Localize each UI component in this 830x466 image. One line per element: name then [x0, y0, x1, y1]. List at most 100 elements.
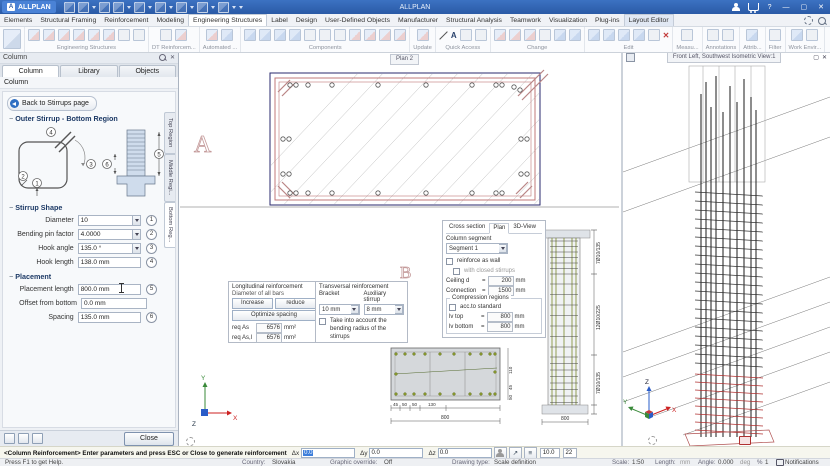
ribbon-tool-icon[interactable]: [244, 29, 256, 41]
open-dropdown-icon[interactable]: [92, 6, 96, 9]
minimize-button[interactable]: —: [781, 4, 792, 11]
copy-icon[interactable]: [176, 2, 187, 13]
attributes-icon[interactable]: [746, 29, 758, 41]
annotation-icon[interactable]: [722, 29, 734, 41]
increase-button[interactable]: Increase: [232, 298, 273, 309]
snap-distance-select[interactable]: 10.0: [540, 448, 560, 458]
tab-elements[interactable]: Elements: [0, 15, 36, 26]
tab-design[interactable]: Design: [292, 15, 321, 26]
diameter-input[interactable]: 10: [78, 215, 134, 226]
view-menu-icon[interactable]: [626, 53, 635, 62]
diameter-dropdown[interactable]: [133, 215, 141, 226]
print-icon[interactable]: [113, 2, 124, 13]
bending-pin-input[interactable]: 4.0000: [78, 229, 134, 240]
ribbon-tool-icon[interactable]: [73, 29, 85, 41]
closed-stirrups-checkbox[interactable]: [453, 268, 460, 275]
ribbon-tool-icon[interactable]: [133, 29, 145, 41]
ribbon-tool-icon[interactable]: [554, 29, 566, 41]
gear-icon[interactable]: [804, 16, 813, 25]
open-icon[interactable]: [78, 2, 89, 13]
tab-cross-section[interactable]: Cross section: [446, 223, 488, 232]
tab-3d-view[interactable]: 3D-View: [510, 223, 539, 232]
req-as-value[interactable]: 6576: [256, 323, 282, 333]
tab-engineering-structures[interactable]: Engineering Structures: [188, 14, 267, 26]
ribbon-tool-icon[interactable]: [206, 29, 218, 41]
optimize-spacing-button[interactable]: Optimize spacing: [232, 310, 316, 321]
task-board-icon[interactable]: [3, 29, 21, 49]
ribbon-tool-icon[interactable]: [379, 29, 391, 41]
ribbon-tool-icon[interactable]: [524, 29, 536, 41]
palette-tab-library[interactable]: Library: [60, 65, 117, 77]
hook-angle-input[interactable]: 135.0 °: [78, 243, 134, 254]
dx-input[interactable]: 0.0: [301, 448, 355, 458]
tools-icon[interactable]: [218, 2, 229, 13]
offset-bottom-input[interactable]: 0.0 mm: [81, 298, 147, 309]
tab-layout-editor[interactable]: Layout Editor: [624, 14, 674, 26]
plan-viewport[interactable]: Plan 2: [178, 52, 623, 446]
ribbon-tool-icon[interactable]: [394, 29, 406, 41]
ribbon-tool-icon[interactable]: [417, 29, 429, 41]
view-close-icon[interactable]: ✕: [822, 54, 827, 61]
new-icon[interactable]: [64, 2, 75, 13]
isometric-view-title[interactable]: Front Left, Southwest Isometric View:1: [667, 52, 782, 63]
req-asl-value[interactable]: 6576: [256, 333, 282, 343]
tab-plug-ins[interactable]: Plug-ins: [591, 15, 624, 26]
ribbon-tool-icon[interactable]: [259, 29, 271, 41]
ribbon-tool-icon[interactable]: [103, 29, 115, 41]
bending-pin-dropdown[interactable]: [133, 229, 141, 240]
ceiling-d-input[interactable]: 200: [488, 276, 514, 286]
ribbon-tool-icon[interactable]: [58, 29, 70, 41]
ribbon-tool-icon[interactable]: [289, 29, 301, 41]
angle-unit[interactable]: deg: [740, 459, 750, 466]
tab-plan[interactable]: Plan: [489, 223, 509, 234]
hook-length-input[interactable]: 138.0 mm: [78, 257, 141, 268]
abc-label-icon[interactable]: [707, 29, 719, 41]
reduce-button[interactable]: reduce: [275, 298, 316, 309]
undo-icon[interactable]: [134, 2, 145, 13]
ribbon-tool-icon[interactable]: [509, 29, 521, 41]
lv-bottom-input[interactable]: 800: [487, 322, 513, 332]
tab-modeling[interactable]: Modeling: [152, 15, 188, 26]
country-value[interactable]: Slovakia: [272, 459, 295, 466]
acc-standard-checkbox[interactable]: [449, 304, 456, 311]
copy-dropdown-icon[interactable]: [190, 6, 194, 9]
ribbon-tool-icon[interactable]: [334, 29, 346, 41]
isometric-viewport[interactable]: Front Left, Southwest Isometric View:1 ▢…: [623, 52, 830, 446]
view-maximize-icon[interactable]: ▢: [813, 54, 819, 61]
tab-user-defined-objects[interactable]: User-Defined Objects: [321, 15, 394, 26]
column-segment-select[interactable]: Segment 1: [446, 243, 508, 254]
help-button[interactable]: ?: [766, 4, 774, 11]
plan-view-tab[interactable]: Plan 2: [390, 54, 419, 65]
grid-angle-select[interactable]: 22: [563, 448, 578, 458]
redo-icon[interactable]: [155, 2, 166, 13]
ribbon-tool-icon[interactable]: [160, 29, 172, 41]
hook-angle-dropdown[interactable]: [133, 243, 141, 254]
work-environment-icon[interactable]: [791, 29, 803, 41]
paste-dropdown-icon[interactable]: [211, 6, 215, 9]
shop-icon[interactable]: [748, 3, 759, 11]
ribbon-tool-icon[interactable]: [475, 29, 487, 41]
ribbon-tool-icon[interactable]: [88, 29, 100, 41]
favorite-load-icon[interactable]: [18, 433, 29, 444]
drawing-type-value[interactable]: Scale definition: [494, 459, 536, 466]
region-tab-bottom[interactable]: Bottom Reg...: [164, 202, 175, 248]
ribbon-tool-icon[interactable]: [274, 29, 286, 41]
search-icon[interactable]: [818, 17, 826, 25]
length-unit[interactable]: mm: [680, 459, 690, 466]
graphic-override-value[interactable]: Off: [384, 459, 392, 466]
tab-structural-analysis[interactable]: Structural Analysis: [442, 15, 506, 26]
ribbon-tool-icon[interactable]: [118, 29, 130, 41]
allplan-menu-button[interactable]: A ALLPLAN: [2, 1, 56, 13]
measure-icon[interactable]: [681, 29, 693, 41]
tab-reinforcement[interactable]: Reinforcement: [100, 15, 152, 26]
section-outer-stirrup[interactable]: −Outer Stirrup - Bottom Region: [9, 114, 169, 123]
redo-dropdown-icon[interactable]: [169, 6, 173, 9]
tab-teamwork[interactable]: Teamwork: [506, 15, 545, 26]
notifications-icon[interactable]: [776, 459, 784, 466]
palette-close-icon[interactable]: ✕: [170, 54, 175, 61]
favorite-save-icon[interactable]: [4, 433, 15, 444]
lv-top-input[interactable]: 800: [487, 312, 513, 322]
filter-icon[interactable]: [769, 29, 781, 41]
mirror-icon[interactable]: [633, 29, 645, 41]
tab-manufacturer[interactable]: Manufacturer: [394, 15, 442, 26]
